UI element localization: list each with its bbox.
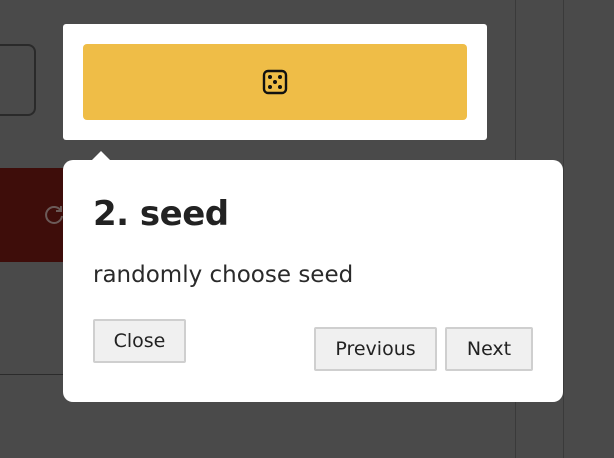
- popover-description: randomly choose seed: [93, 262, 354, 288]
- popover-title: 2. seed: [93, 194, 229, 234]
- random-seed-button[interactable]: [83, 44, 467, 120]
- tour-highlight: [63, 24, 487, 140]
- tour-popover: 2. seed randomly choose seed Close Previ…: [63, 151, 563, 402]
- background-divider: [563, 0, 564, 458]
- close-button[interactable]: Close: [93, 319, 186, 363]
- background-input-field[interactable]: [0, 44, 36, 116]
- dice-icon: [262, 69, 288, 95]
- next-button[interactable]: Next: [445, 327, 533, 371]
- popover-arrow: [91, 151, 111, 161]
- previous-button[interactable]: Previous: [314, 327, 437, 371]
